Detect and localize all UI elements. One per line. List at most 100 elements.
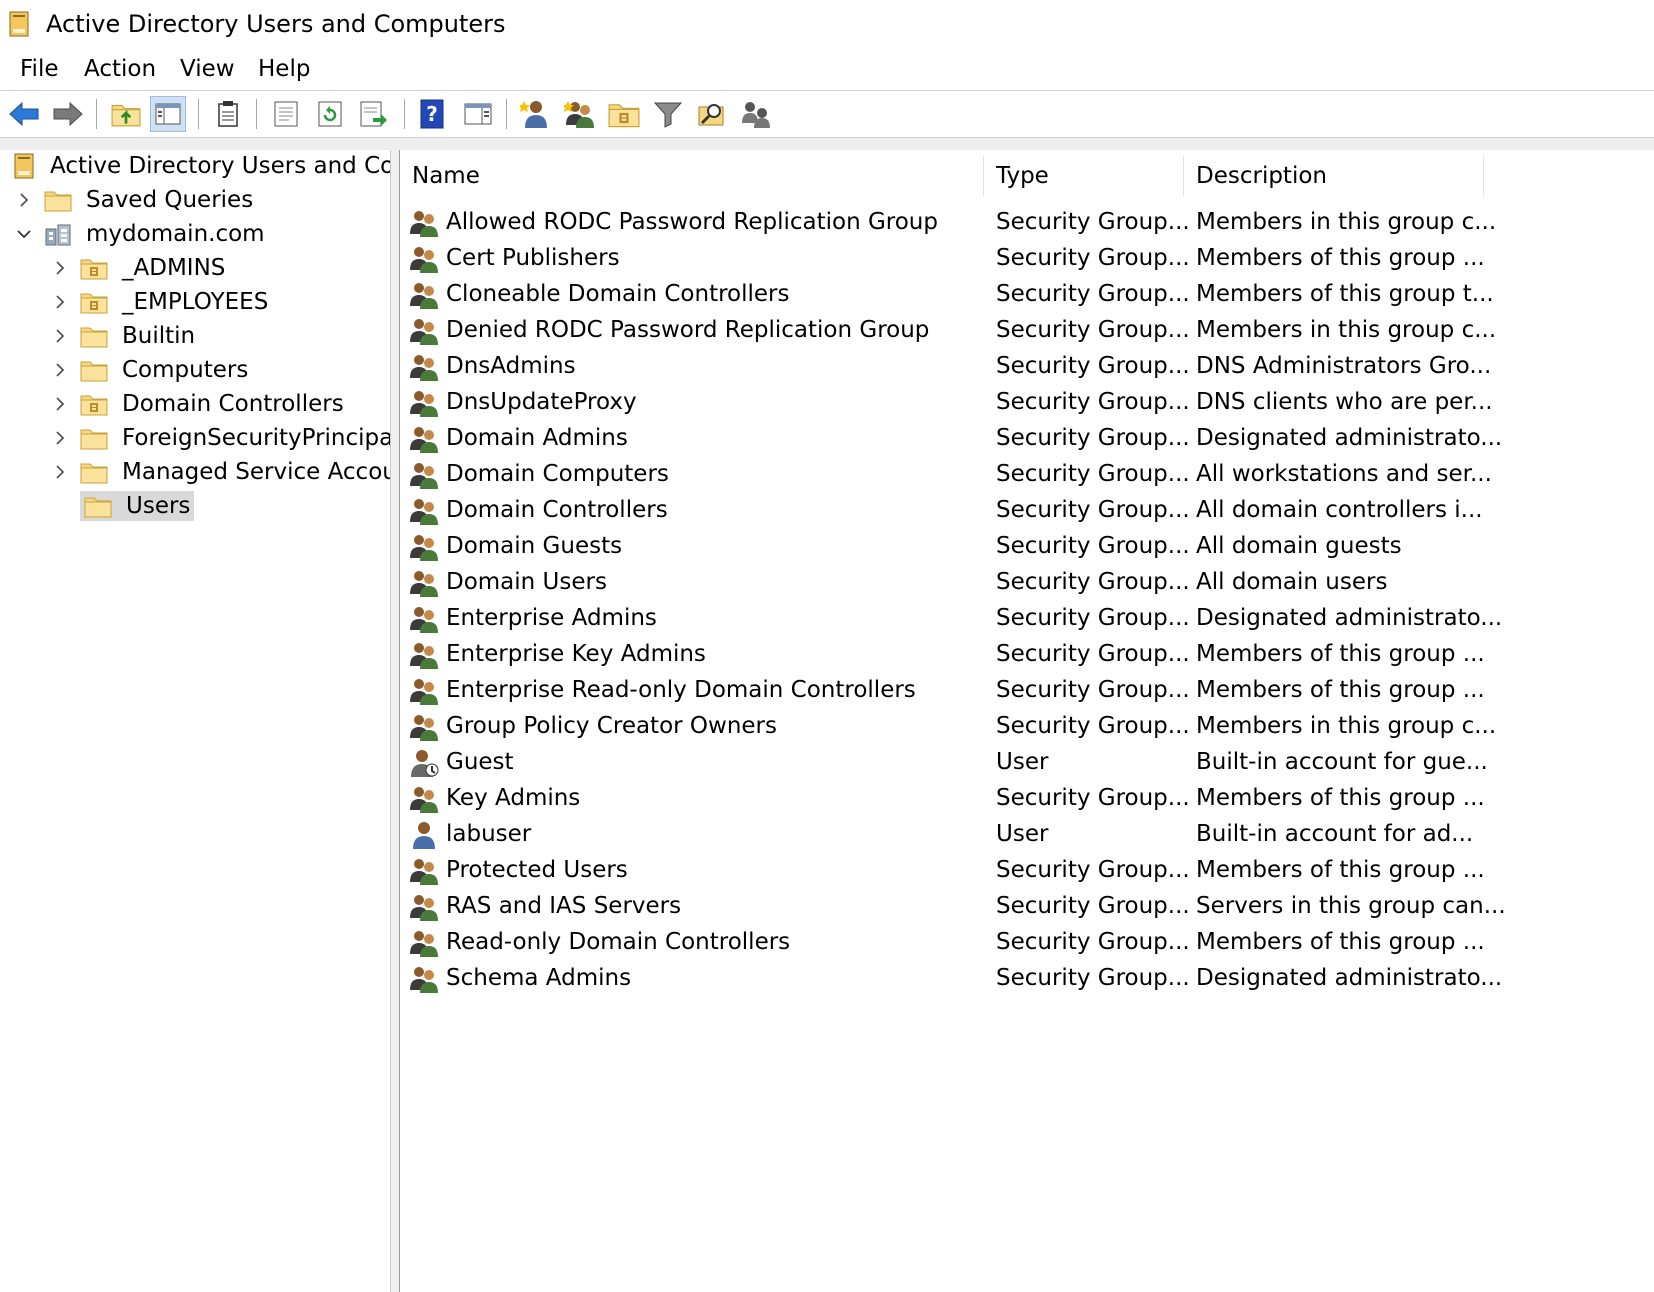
table-row[interactable]: Guest User Built-in account for gue... [400,744,1500,780]
cell-type: Security Group... [996,425,1190,451]
group-icon [408,388,440,418]
group-icon [408,964,440,994]
svg-text:?: ? [426,102,438,126]
ou-icon [80,289,108,315]
add-to-group-icon[interactable] [738,96,774,132]
cell-description: DNS Administrators Gro... [1196,353,1492,379]
new-ou-icon[interactable] [606,96,642,132]
show-hide-console-tree-icon[interactable] [150,96,186,132]
menu-file[interactable]: File [16,53,63,85]
chevron-right-icon[interactable] [52,464,68,480]
cell-description: Members of this group t... [1196,281,1494,307]
chevron-right-icon[interactable] [52,362,68,378]
table-row[interactable]: Cloneable Domain Controllers Security Gro… [400,276,1500,312]
cell-type: Security Group... [996,389,1190,415]
tree-item-admins[interactable]: _ADMINS [52,251,229,285]
cell-description: Members of this group ... [1196,785,1485,811]
group-icon [408,568,440,598]
menu-action[interactable]: Action [80,53,160,85]
table-row[interactable]: Domain Computers Security Group... All wor… [400,456,1500,492]
group-icon [408,424,440,454]
table-row[interactable]: RAS and IAS Servers Security Group... Serv… [400,888,1506,924]
export-list-icon[interactable] [356,96,392,132]
table-row[interactable]: Key Admins Security Group... Members of th… [400,780,1500,816]
table-row[interactable]: Domain Users Security Group... All domain … [400,564,1500,600]
tree-item-computers[interactable]: Computers [52,353,252,387]
group-icon [408,784,440,814]
find-icon[interactable] [694,96,730,132]
chevron-right-icon[interactable] [16,192,32,208]
tree-item-domain[interactable]: mydomain.com [16,217,269,251]
up-folder-icon[interactable] [108,96,144,132]
tree-item-saved-queries[interactable]: Saved Queries [16,183,257,217]
column-header-type[interactable]: Type [984,156,1184,196]
cell-type: User [996,821,1049,847]
tree-item-builtin[interactable]: Builtin [52,319,199,353]
cell-type: Security Group... [996,893,1190,919]
cell-name: Guest [446,749,514,775]
table-row[interactable]: Enterprise Read-only Domain Controllers S… [400,672,1500,708]
table-row[interactable]: labuser User Built-in account for ad... [400,816,1500,852]
cell-type: Security Group... [996,857,1190,883]
column-header-name[interactable]: Name [400,156,984,196]
properties-icon[interactable] [268,96,304,132]
table-row[interactable]: Enterprise Admins Security Group... Design… [400,600,1503,636]
cell-description: Built-in account for ad... [1196,821,1474,847]
chevron-right-icon[interactable] [52,430,68,446]
cell-name: Allowed RODC Password Replication Group [446,209,938,235]
new-group-icon[interactable] [562,96,598,132]
action-pane-icon[interactable] [460,96,496,132]
table-row[interactable]: Enterprise Key Admins Security Group... Me… [400,636,1500,672]
chevron-right-icon[interactable] [52,294,68,310]
tree-item-foreign-security-principals[interactable]: ForeignSecurityPrincipals [52,421,390,455]
clipboard-icon[interactable] [210,96,246,132]
table-row[interactable]: Schema Admins Security Group... Designated… [400,960,1502,996]
menu-bar: File Action View Help [0,48,1654,91]
help-icon[interactable]: ? [414,96,450,132]
cell-type: Security Group... [996,209,1190,235]
cell-type: Security Group... [996,641,1190,667]
cell-type: Security Group... [996,785,1190,811]
table-row[interactable]: Allowed RODC Password Replication Group S… [400,204,1500,240]
table-row[interactable]: Denied RODC Password Replication Group Se… [400,312,1500,348]
cell-name: RAS and IAS Servers [446,893,682,919]
cell-description: Members of this group ... [1196,641,1485,667]
menu-help[interactable]: Help [254,53,314,85]
back-icon[interactable] [6,96,42,132]
table-row[interactable]: Domain Controllers Security Group... All d… [400,492,1500,528]
table-row[interactable]: DnsUpdateProxy Security Group... DNS clien… [400,384,1500,420]
toolbar-separator [198,99,199,129]
table-row[interactable]: Domain Admins Security Group... Designated… [400,420,1502,456]
tree-item-domain-controllers[interactable]: Domain Controllers [52,387,348,421]
table-row[interactable]: Group Policy Creator Owners Security Grou… [400,708,1500,744]
tree-item-users[interactable]: Users [80,489,195,523]
table-row[interactable]: DnsAdmins Security Group... DNS Administra… [400,348,1500,384]
folder-icon [80,459,108,485]
new-user-icon[interactable] [518,96,554,132]
chevron-right-icon[interactable] [52,396,68,412]
table-row[interactable]: Protected Users Security Group... Members … [400,852,1500,888]
chevron-down-icon[interactable] [16,226,32,242]
column-header-description[interactable]: Description [1184,156,1484,196]
forward-icon[interactable] [50,96,86,132]
tree-item-managed-service-accounts[interactable]: Managed Service Accounts [52,455,390,489]
cell-type: Security Group... [996,245,1190,271]
table-row[interactable]: Cert Publishers Security Group... Members … [400,240,1500,276]
cell-name: Domain Users [446,569,607,595]
filter-icon[interactable] [650,96,686,132]
details-list: Name Type Description Allowed RODC Passw… [400,150,1654,1292]
chevron-right-icon[interactable] [52,260,68,276]
pane-splitter[interactable] [390,150,400,1292]
cell-description: Designated administrato... [1196,605,1503,631]
tree-item-employees[interactable]: _EMPLOYEES [52,285,272,319]
toolbar-separator [404,99,405,129]
refresh-icon[interactable] [312,96,348,132]
chevron-right-icon[interactable] [52,328,68,344]
ad-root-icon [12,153,36,179]
toolbar-separator [96,99,97,129]
title-bar: Active Directory Users and Computers [0,0,1654,48]
table-row[interactable]: Read-only Domain Controllers Security Gro… [400,924,1500,960]
table-row[interactable]: Domain Guests Security Group... All domain… [400,528,1500,564]
menu-view[interactable]: View [176,53,239,85]
tree-root[interactable]: Active Directory Users and Com [12,150,390,183]
